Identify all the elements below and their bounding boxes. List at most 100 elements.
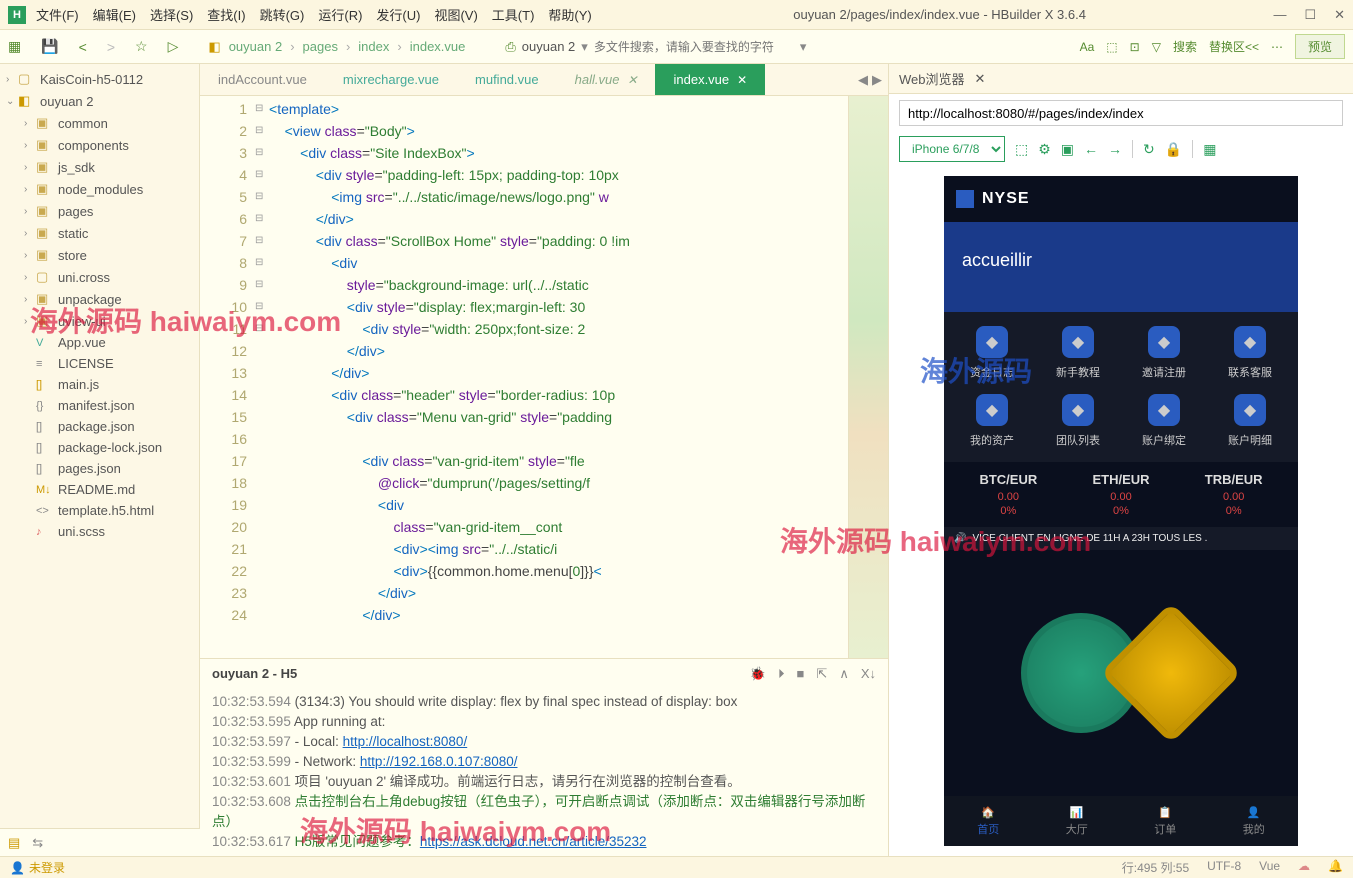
tree-file[interactable]: M↓README.md [0, 479, 199, 500]
menu-publish[interactable]: 发行(U) [376, 5, 420, 24]
collapse-icon[interactable]: ∧ [839, 666, 849, 682]
tree-file[interactable]: ›▢uni.cross [0, 266, 199, 288]
login-status[interactable]: 未登录 [29, 859, 65, 876]
crumb-folder[interactable]: pages [303, 39, 338, 54]
menu-tile[interactable]: ◆联系客服 [1210, 326, 1290, 380]
search-input[interactable] [594, 36, 794, 58]
tree-file[interactable]: <>template.h5.html [0, 500, 199, 521]
save-icon[interactable]: 💾 [41, 38, 58, 55]
replace-btn[interactable]: 替换区<< [1209, 38, 1259, 55]
editor-tab[interactable]: mixrecharge.vue [325, 64, 457, 95]
menu-tile[interactable]: ◆我的资产 [952, 394, 1032, 448]
back-icon[interactable]: < [79, 39, 87, 55]
bottom-nav-item[interactable]: 📋订单 [1121, 796, 1210, 846]
tree-folder[interactable]: ›▣static [0, 222, 199, 244]
menu-view[interactable]: 视图(V) [434, 5, 477, 24]
menu-goto[interactable]: 跳转(G) [260, 5, 305, 24]
crumb-project[interactable]: ouyuan 2 [229, 39, 283, 54]
tree-file[interactable]: {}manifest.json [0, 395, 199, 416]
tree-file[interactable]: []pages.json [0, 458, 199, 479]
new-file-icon[interactable]: ▦ [8, 38, 21, 55]
search-scope-icon[interactable]: ⎙ [505, 39, 515, 55]
tree-folder[interactable]: ›▣pages [0, 200, 199, 222]
close-tab-icon[interactable]: ✕ [737, 73, 747, 87]
tree-file[interactable]: []package.json [0, 416, 199, 437]
tree-root[interactable]: ⌄◧ouyuan 2 [0, 90, 199, 112]
encoding[interactable]: UTF-8 [1207, 859, 1241, 876]
menu-select[interactable]: 选择(S) [150, 5, 193, 24]
bottom-nav-item[interactable]: 📊大厅 [1033, 796, 1122, 846]
project-dropdown[interactable]: ouyuan 2 [522, 39, 576, 54]
menu-find[interactable]: 查找(I) [207, 5, 245, 24]
editor-tab[interactable]: mufind.vue [457, 64, 557, 95]
close-tab-icon[interactable]: ✕ [975, 71, 986, 87]
console-link[interactable]: https://ask.dcloud.net.cn/article/35232 [420, 834, 647, 849]
editor-tab[interactable]: indAccount.vue [200, 64, 325, 95]
search-btn[interactable]: 搜索 [1173, 38, 1197, 55]
user-icon[interactable]: 👤 [10, 861, 25, 875]
reload-icon[interactable]: ↻ [1143, 141, 1155, 158]
play-icon[interactable]: ▷ [168, 38, 179, 55]
regex-icon[interactable]: ⬚ [1106, 40, 1117, 54]
menu-tile[interactable]: ◆资金日志 [952, 326, 1032, 380]
tree-file[interactable]: []main.js [0, 374, 199, 395]
tree-file[interactable]: []package-lock.json [0, 437, 199, 458]
filter-icon[interactable]: ▽ [1152, 40, 1161, 54]
menu-file[interactable]: 文件(F) [36, 5, 79, 24]
tree-folder[interactable]: ›▣common [0, 112, 199, 134]
qr-icon[interactable]: ▦ [1203, 141, 1216, 158]
editor-tab[interactable]: hall.vue✕ [557, 64, 656, 95]
preview-button[interactable]: 预览 [1295, 34, 1345, 59]
tree-folder[interactable]: ›▣js_sdk [0, 156, 199, 178]
menu-tile[interactable]: ◆账户明细 [1210, 394, 1290, 448]
tree-file[interactable]: ≡LICENSE [0, 353, 199, 374]
devtools-icon[interactable]: ▣ [1061, 141, 1074, 158]
minimize-icon[interactable]: ― [1273, 7, 1286, 23]
whole-word-icon[interactable]: ⊡ [1130, 40, 1140, 54]
browser-tab-label[interactable]: Web浏览器 [899, 69, 965, 88]
menu-tile[interactable]: ◆新手教程 [1038, 326, 1118, 380]
settings-icon[interactable]: ⚙ [1038, 141, 1051, 158]
bug-icon[interactable]: 🐞 [750, 666, 766, 682]
menu-tile[interactable]: ◆账户绑定 [1124, 394, 1204, 448]
bottom-nav-item[interactable]: 👤我的 [1210, 796, 1299, 846]
menu-run[interactable]: 运行(R) [318, 5, 362, 24]
forward-icon[interactable]: > [107, 39, 115, 55]
tree-folder[interactable]: ›▣components [0, 134, 199, 156]
tab-next-icon[interactable]: ▶ [872, 72, 882, 88]
dots-icon[interactable]: ⋯ [1271, 40, 1283, 54]
resume-icon[interactable]: ⏵ [778, 666, 785, 682]
crumb-folder2[interactable]: index [358, 39, 389, 54]
ticker[interactable]: TRB/EUR0.000% [1177, 472, 1290, 517]
bottom-nav-item[interactable]: 🏠首页 [944, 796, 1033, 846]
cloud-icon[interactable]: ☁ [1298, 859, 1310, 876]
url-input[interactable] [899, 100, 1343, 126]
nav-back-icon[interactable]: ← [1084, 141, 1098, 157]
language-mode[interactable]: Vue [1259, 859, 1280, 876]
menu-help[interactable]: 帮助(Y) [548, 5, 591, 24]
nav-fwd-icon[interactable]: → [1108, 141, 1122, 157]
close-tab-icon[interactable]: ✕ [627, 73, 637, 87]
menu-tools[interactable]: 工具(T) [492, 5, 535, 24]
tree-file[interactable]: ♪uni.scss [0, 521, 199, 542]
tree-file[interactable]: VApp.vue [0, 332, 199, 353]
open-external-icon[interactable]: ⬚ [1015, 141, 1028, 158]
editor-tab[interactable]: index.vue✕ [655, 64, 765, 95]
star-icon[interactable]: ☆ [135, 38, 148, 55]
lock-icon[interactable]: 🔒 [1165, 141, 1182, 158]
tree-root[interactable]: ›▢KaisCoin-h5-0112 [0, 68, 199, 90]
tree-folder[interactable]: ›▣unpackage [0, 288, 199, 310]
tree-folder[interactable]: ›▣store [0, 244, 199, 266]
tree-folder[interactable]: ›▣node_modules [0, 178, 199, 200]
aa-icon[interactable]: Aa [1080, 40, 1095, 54]
console-link[interactable]: http://192.168.0.107:8080/ [360, 754, 518, 769]
close-icon[interactable]: ✕ [1334, 7, 1345, 23]
ticker[interactable]: BTC/EUR0.000% [952, 472, 1065, 517]
close-console-icon[interactable]: X↓ [861, 666, 876, 682]
menu-tile[interactable]: ◆团队列表 [1038, 394, 1118, 448]
explorer-icon[interactable]: ▤ [8, 835, 20, 851]
export-icon[interactable]: ⇱ [816, 666, 827, 682]
tab-prev-icon[interactable]: ◀ [858, 72, 868, 88]
minimap[interactable] [848, 96, 888, 658]
crumb-file[interactable]: index.vue [410, 39, 466, 54]
